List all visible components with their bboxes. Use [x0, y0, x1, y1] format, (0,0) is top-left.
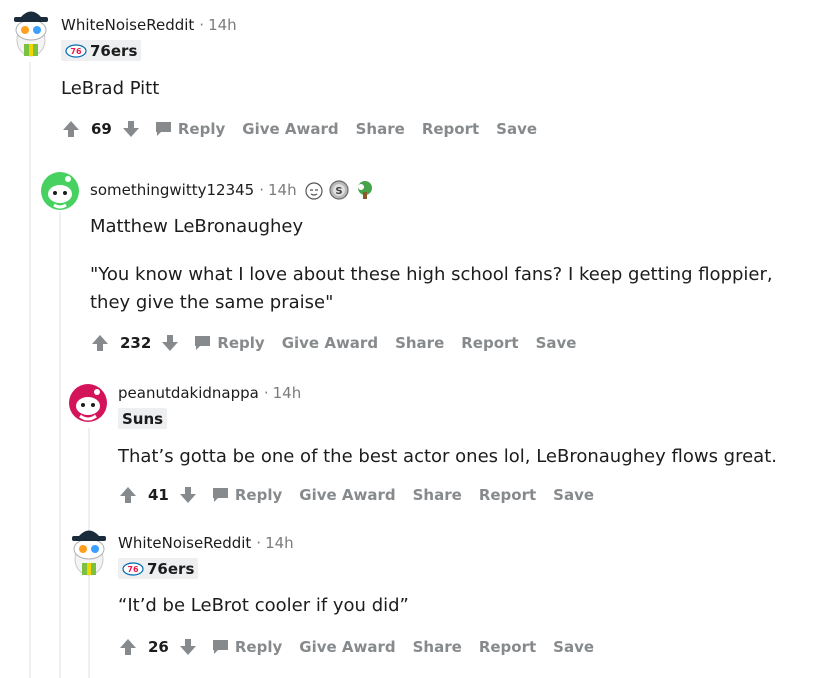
- timestamp[interactable]: 14h: [273, 384, 302, 402]
- arrow-up-icon[interactable]: [118, 485, 138, 505]
- report-button[interactable]: Report: [479, 486, 536, 504]
- arrow-down-icon[interactable]: [178, 485, 198, 505]
- report-button[interactable]: Report: [479, 638, 536, 656]
- comment-meta: somethingwitty12345 · 14h S: [90, 180, 380, 200]
- comment-body: That’s gotta be one of the best actor on…: [118, 446, 777, 467]
- vote-count: 69: [91, 120, 112, 138]
- svg-text:76: 76: [127, 565, 139, 574]
- 76ers-logo-icon: 76: [65, 43, 87, 58]
- reply-button[interactable]: Reply: [212, 638, 282, 656]
- separator-dot: ·: [259, 181, 264, 199]
- snoo-hat-avatar-icon: [14, 11, 48, 57]
- save-button[interactable]: Save: [553, 638, 594, 656]
- comment-body: LeBrad Pitt: [61, 78, 160, 99]
- svg-text:76: 76: [70, 47, 82, 56]
- flair-label: 76ers: [147, 559, 195, 578]
- comment-body: Matthew LeBronaughey "You know what I lo…: [90, 213, 810, 317]
- reply-label: Reply: [234, 486, 283, 504]
- give-award-button[interactable]: Give Award: [282, 334, 378, 352]
- face-award-icon: [304, 182, 323, 200]
- arrow-down-icon[interactable]: [121, 119, 141, 139]
- arrow-down-icon[interactable]: [160, 333, 180, 353]
- awards[interactable]: S: [303, 180, 380, 200]
- reply-label: Reply: [217, 334, 265, 352]
- comment-actions: 232 Reply Give Award Share Report Save: [90, 328, 593, 358]
- comment-actions: 26 Reply Give Award Share Report Save: [118, 632, 611, 662]
- 76ers-logo-icon: 76: [122, 561, 144, 576]
- thread-line[interactable]: [59, 212, 61, 678]
- share-button[interactable]: Share: [413, 638, 462, 656]
- avatar[interactable]: [68, 382, 108, 422]
- reply-label: Reply: [177, 120, 226, 138]
- avatar[interactable]: [10, 8, 50, 57]
- comment-meta: WhiteNoiseReddit · 14h: [61, 15, 237, 35]
- timestamp[interactable]: 14h: [208, 16, 237, 34]
- comment-meta: peanutdakidnappa · 14h: [118, 383, 301, 403]
- save-button[interactable]: Save: [496, 120, 537, 138]
- give-award-button[interactable]: Give Award: [242, 120, 338, 138]
- comment-meta: WhiteNoiseReddit · 14h: [118, 533, 294, 553]
- reply-button[interactable]: Reply: [155, 120, 225, 138]
- username[interactable]: somethingwitty12345: [90, 181, 254, 199]
- save-button[interactable]: Save: [536, 334, 577, 352]
- reply-button[interactable]: Reply: [194, 334, 265, 352]
- speech-bubble-icon: [195, 336, 211, 350]
- username[interactable]: WhiteNoiseReddit: [61, 16, 194, 34]
- vote-count: 232: [120, 334, 152, 352]
- snoo-avatar-icon: [41, 172, 79, 210]
- thread-line[interactable]: [29, 62, 31, 678]
- speech-bubble-icon: [155, 122, 171, 136]
- avatar[interactable]: [40, 170, 80, 210]
- comment-actions: 41 Reply Give Award Share Report Save: [118, 480, 611, 510]
- reply-button[interactable]: Reply: [212, 486, 282, 504]
- username[interactable]: WhiteNoiseReddit: [118, 534, 251, 552]
- arrow-up-icon[interactable]: [61, 119, 81, 139]
- separator-dot: ·: [199, 16, 205, 34]
- report-button[interactable]: Report: [422, 120, 479, 138]
- silver-coin-award-icon: S: [328, 180, 349, 200]
- flair-label: Suns: [122, 409, 164, 428]
- comment-actions: 69 Reply Give Award Share Report Save: [61, 114, 554, 144]
- comment-body: “It’d be LeBrot cooler if you did”: [118, 595, 409, 616]
- comment-paragraph: "You know what I love about these high s…: [90, 264, 773, 313]
- reply-label: Reply: [234, 638, 283, 656]
- flair-label: 76ers: [90, 41, 138, 60]
- user-flair: 76 76ers: [61, 40, 142, 61]
- tree-award-icon: [357, 181, 372, 199]
- separator-dot: ·: [256, 534, 262, 552]
- separator-dot: ·: [263, 384, 269, 402]
- share-button[interactable]: Share: [413, 486, 462, 504]
- svg-text:S: S: [335, 186, 342, 197]
- report-button[interactable]: Report: [461, 334, 518, 352]
- snoo-hat-avatar-icon: [72, 530, 106, 576]
- give-award-button[interactable]: Give Award: [299, 486, 395, 504]
- give-award-button[interactable]: Give Award: [299, 638, 395, 656]
- arrow-down-icon[interactable]: [178, 637, 198, 657]
- snoo-avatar-icon: [69, 384, 107, 422]
- vote-count: 41: [148, 486, 169, 504]
- share-button[interactable]: Share: [356, 120, 405, 138]
- user-flair: 76 76ers: [118, 558, 199, 579]
- save-button[interactable]: Save: [553, 486, 594, 504]
- vote-count: 26: [148, 638, 169, 656]
- comment-paragraph: Matthew LeBronaughey: [90, 216, 304, 237]
- user-flair: Suns: [118, 408, 168, 429]
- share-button[interactable]: Share: [395, 334, 444, 352]
- speech-bubble-icon: [212, 488, 228, 502]
- arrow-up-icon[interactable]: [118, 637, 138, 657]
- speech-bubble-icon: [212, 640, 228, 654]
- timestamp[interactable]: 14h: [265, 534, 294, 552]
- username[interactable]: peanutdakidnappa: [118, 384, 259, 402]
- arrow-up-icon[interactable]: [90, 333, 110, 353]
- avatar[interactable]: [68, 527, 108, 576]
- timestamp[interactable]: 14h: [268, 181, 297, 199]
